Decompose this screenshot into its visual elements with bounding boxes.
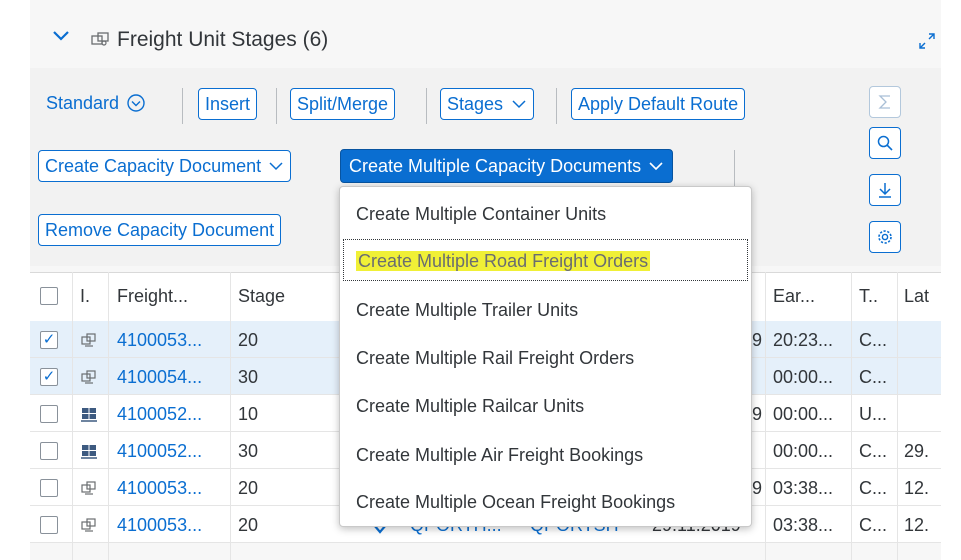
variant-selector[interactable]: Standard [46,93,146,114]
freight-unit-link[interactable]: 4100052... [117,404,202,425]
type-cell: C... [859,515,888,535]
freight-unit-icon [81,370,96,384]
row-checkbox[interactable] [40,479,58,497]
column-divider [765,272,766,560]
settings-button[interactable] [869,221,901,253]
menu-item-railcar-units[interactable]: Create Multiple Railcar Units [356,396,584,417]
select-all-checkbox[interactable] [40,287,58,305]
earliest-cell: 00:00... [773,441,834,461]
row-checkbox[interactable]: ✓ [40,331,58,349]
row-checkbox[interactable]: ✓ [40,368,58,386]
column-divider [108,272,109,560]
sum-icon [878,95,890,109]
type-cell: U... [859,404,888,424]
chevron-circle-down-icon [127,94,145,112]
date-cell: 9 [752,478,763,498]
download-icon [879,183,891,198]
earliest-cell: 00:00... [773,404,834,424]
column-header-freight[interactable]: Freight... [117,286,188,307]
earliest-cell: 03:38... [773,478,834,498]
freight-unit-link[interactable]: 4100053... [117,330,202,351]
chevron-down-icon [512,100,526,109]
create-multiple-capacity-documents-label: Create Multiple Capacity Documents [349,156,642,176]
menu-item-ocean-freight-bookings[interactable]: Create Multiple Ocean Freight Bookings [356,492,675,513]
freight-unit-icon [81,333,96,347]
column-divider [72,272,73,560]
container-icon [81,445,97,459]
stage-cell: 30 [238,367,259,387]
stage-cell: 20 [238,478,259,498]
earliest-cell: 00:00... [773,367,834,387]
stage-cell: 10 [238,404,259,424]
row-checkbox[interactable] [40,405,58,423]
latest-cell: 12. [904,478,930,498]
row-checkbox[interactable] [40,442,58,460]
column-header-stage[interactable]: Stage [238,286,285,307]
settings-icon [878,230,892,244]
stages-menu-button[interactable]: Stages [440,88,535,120]
container-icon [81,408,97,422]
column-divider [851,272,852,560]
freight-unit-icon [91,32,109,46]
chevron-down-icon [269,162,283,171]
toolbar-separator [734,150,735,186]
freight-unit-link[interactable]: 4100054... [117,367,202,388]
menu-item-trailer-units[interactable]: Create Multiple Trailer Units [356,300,578,321]
sum-button[interactable] [869,86,901,118]
menu-item-rail-freight-orders[interactable]: Create Multiple Rail Freight Orders [356,348,634,369]
stage-cell: 20 [238,515,259,535]
menu-item-container-units[interactable]: Create Multiple Container Units [356,204,606,225]
freight-unit-icon [81,518,96,532]
column-divider [897,272,898,560]
toolbar-separator [426,88,427,124]
latest-cell: 12. [904,515,930,535]
column-divider [230,272,231,560]
create-capacity-document-label: Create Capacity Document [45,156,262,176]
insert-button[interactable]: Insert [198,88,258,120]
column-header-latest[interactable]: Lat [904,286,941,307]
column-header-type[interactable]: T.. [859,286,878,307]
create-capacity-document-button[interactable]: Create Capacity Document [38,150,292,182]
toolbar-separator [276,88,277,124]
download-button[interactable] [869,174,901,206]
variant-label: Standard [46,93,120,113]
menu-item-air-freight-bookings[interactable]: Create Multiple Air Freight Bookings [356,445,643,466]
earliest-cell: 20:23... [773,330,834,350]
type-cell: C... [859,441,888,461]
section-title: Freight Unit Stages (6) [117,28,329,51]
stage-cell: 20 [238,330,259,350]
search-icon [877,135,893,151]
create-multiple-capacity-documents-button[interactable]: Create Multiple Capacity Documents [340,149,674,183]
date-cell: 9 [752,330,763,350]
search-button[interactable] [869,127,901,159]
remove-capacity-document-button[interactable]: Remove Capacity Document [38,214,282,246]
freight-unit-icon [81,481,96,495]
row-checkbox[interactable] [40,516,58,534]
chevron-down-icon[interactable] [52,29,70,43]
toolbar-separator [556,88,557,124]
toolbar-separator [182,88,183,124]
freight-unit-link[interactable]: 4100053... [117,515,202,536]
stages-label: Stages [447,94,504,114]
menu-focus-outline [343,239,748,281]
type-cell: C... [859,330,888,350]
stage-cell: 30 [238,441,259,461]
column-header-icon[interactable]: I. [80,286,90,307]
latest-cell: 29. [904,441,930,461]
column-header-earliest[interactable]: Ear... [773,286,815,307]
type-cell: C... [859,478,888,498]
create-multiple-capacity-documents-menu: Create Multiple Container Units Create M… [339,186,752,527]
chevron-down-icon [649,162,663,171]
date-cell: 9 [752,404,763,424]
fullscreen-icon[interactable] [917,31,937,51]
freight-unit-link[interactable]: 4100053... [117,478,202,499]
type-cell: C... [859,367,888,387]
split-merge-button[interactable]: Split/Merge [290,88,396,120]
earliest-cell: 03:38... [773,515,834,535]
apply-default-route-button[interactable]: Apply Default Route [571,88,746,120]
freight-unit-link[interactable]: 4100052... [117,441,202,462]
